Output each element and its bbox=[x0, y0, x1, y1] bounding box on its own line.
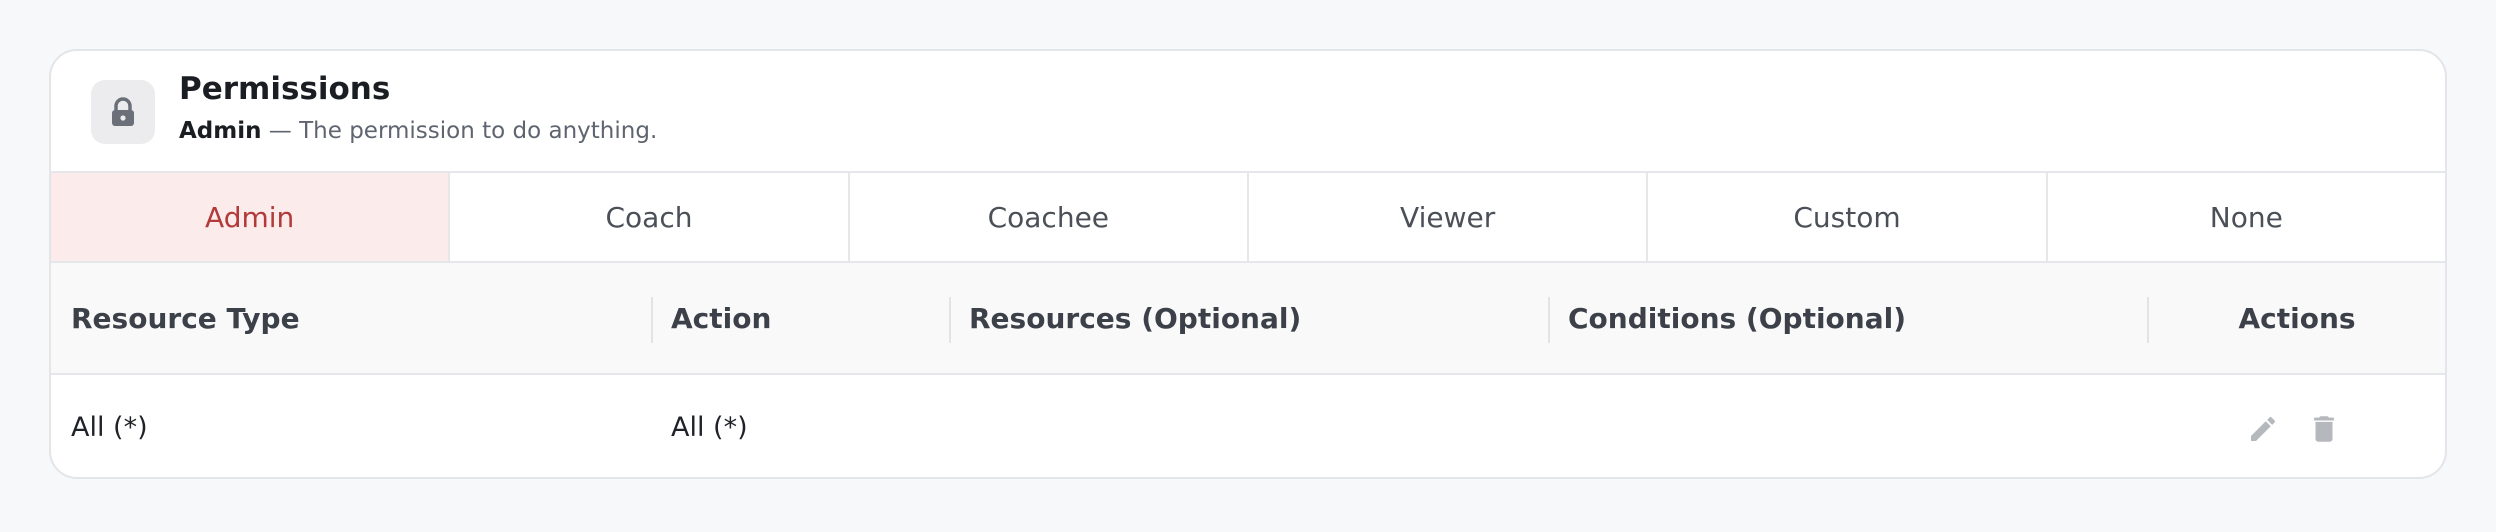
tab-coachee[interactable]: Coachee bbox=[850, 173, 1249, 261]
tab-coach[interactable]: Coach bbox=[450, 173, 850, 261]
column-header-conditions: Conditions (Optional) bbox=[1568, 301, 1907, 335]
cell-action: All (*) bbox=[671, 411, 748, 443]
permissions-header: Permissions Admin — The permission to do… bbox=[51, 51, 2445, 173]
delete-button[interactable] bbox=[2304, 409, 2344, 449]
column-divider bbox=[1548, 297, 1550, 343]
tab-custom[interactable]: Custom bbox=[1648, 173, 2048, 261]
edit-button[interactable] bbox=[2243, 409, 2283, 449]
tab-admin[interactable]: Admin bbox=[51, 173, 451, 261]
role-description: — The permission to do anything. bbox=[261, 118, 658, 144]
role-tabs: Admin Coach Coachee Viewer Custom None bbox=[51, 173, 2445, 263]
tab-viewer[interactable]: Viewer bbox=[1249, 173, 1649, 261]
lock-icon bbox=[112, 97, 134, 126]
role-name: Admin bbox=[179, 118, 262, 144]
table-row: All (*) All (*) bbox=[51, 375, 2445, 477]
column-divider bbox=[949, 297, 951, 343]
column-divider bbox=[651, 297, 653, 343]
column-header-action: Action bbox=[671, 301, 772, 335]
permissions-card: Permissions Admin — The permission to do… bbox=[49, 49, 2447, 479]
column-header-actions: Actions bbox=[2238, 301, 2356, 335]
page-title: Permissions bbox=[179, 71, 391, 107]
permission-description: Admin — The permission to do anything. bbox=[179, 118, 657, 144]
table-header: Resource Type Action Resources (Optional… bbox=[51, 263, 2445, 375]
lock-icon-box bbox=[91, 80, 155, 144]
tab-none[interactable]: None bbox=[2048, 173, 2445, 261]
trash-icon bbox=[2314, 416, 2334, 442]
column-header-resource-type: Resource Type bbox=[71, 301, 300, 335]
column-header-resources: Resources (Optional) bbox=[969, 301, 1302, 335]
edit-icon bbox=[2251, 416, 2276, 441]
cell-resource-type: All (*) bbox=[71, 411, 148, 443]
